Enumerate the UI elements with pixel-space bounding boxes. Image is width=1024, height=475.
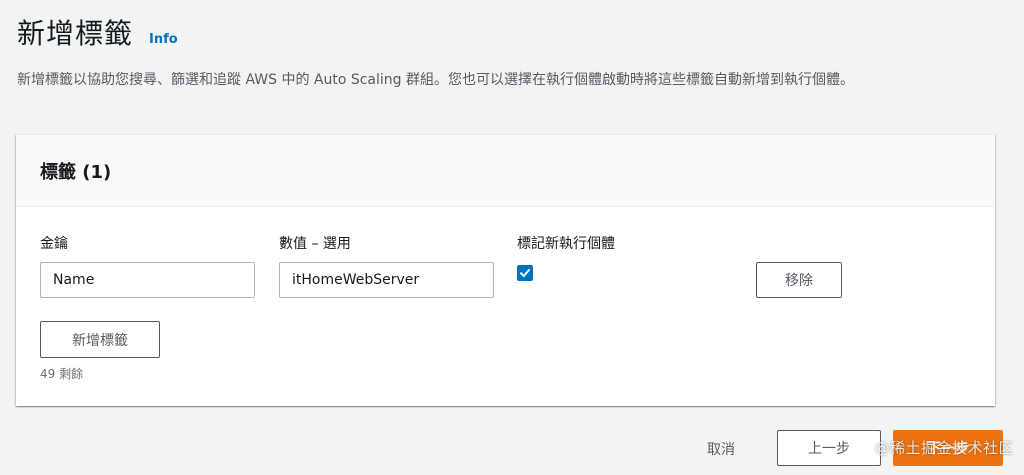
- key-label: 金鑰: [40, 236, 68, 252]
- value-label: 數值 – 選用: [279, 236, 351, 252]
- tag-key-input[interactable]: [40, 262, 255, 298]
- remaining-count: 49 剩餘: [40, 367, 84, 381]
- tag-value-input[interactable]: [279, 262, 494, 298]
- remove-tag-button[interactable]: 移除: [756, 262, 842, 298]
- tag-new-instances-checkbox[interactable]: [517, 265, 533, 281]
- panel-title: 標籤 (1): [40, 161, 112, 183]
- cancel-button[interactable]: 取消: [707, 439, 735, 459]
- checkmark-icon: [520, 269, 530, 277]
- tag-new-instances-label: 標記新執行個體: [517, 236, 615, 252]
- info-link[interactable]: Info: [149, 32, 178, 47]
- tags-panel: 標籤 (1) 金鑰 數值 – 選用 標記新執行個體 移除 新增標籤 49 剩餘: [16, 134, 995, 406]
- page-title-row: 新增標籤 Info: [17, 12, 178, 52]
- panel-header: 標籤 (1): [16, 135, 995, 207]
- page-description: 新增標籤以協助您搜尋、篩選和追蹤 AWS 中的 Auto Scaling 群組。…: [17, 72, 854, 88]
- page-title: 新增標籤: [17, 17, 134, 50]
- add-tag-button[interactable]: 新增標籤: [40, 321, 160, 358]
- previous-button[interactable]: 上一步: [777, 430, 881, 466]
- watermark: @稀土掘金技术社区: [874, 439, 1014, 457]
